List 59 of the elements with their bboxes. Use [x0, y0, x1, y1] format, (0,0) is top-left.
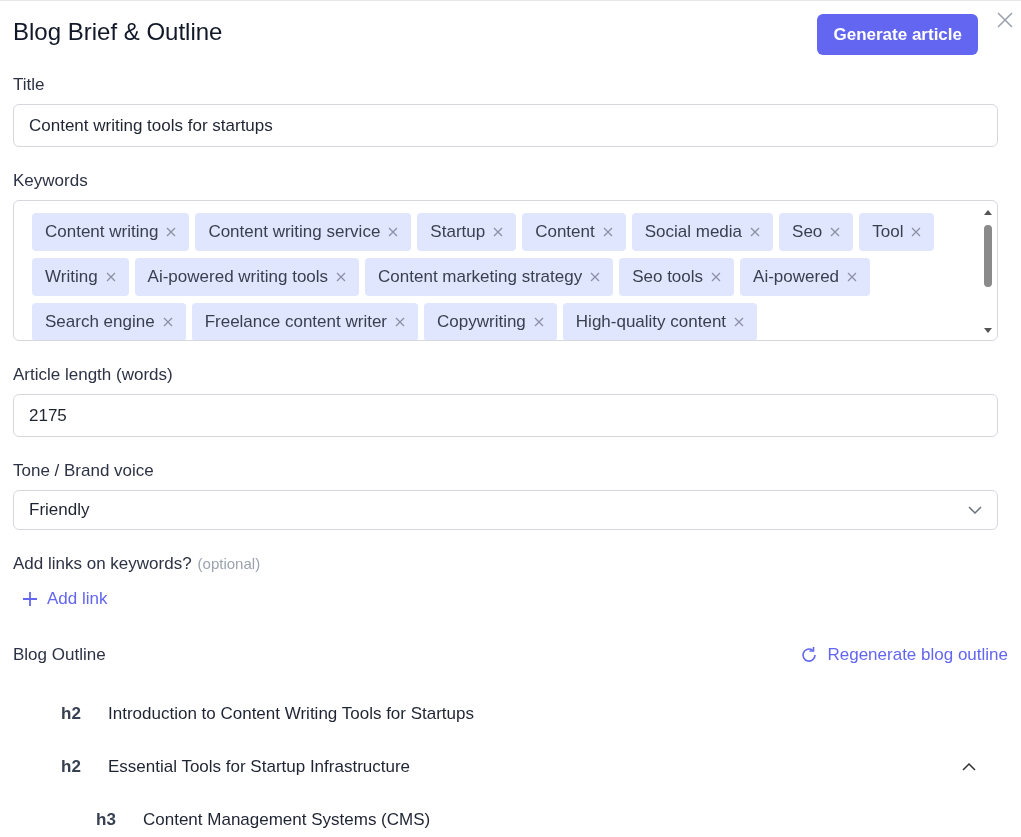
tag-label: Seo [792, 222, 823, 242]
tag-label: Content marketing strategy [378, 267, 583, 287]
remove-icon[interactable] [162, 317, 173, 327]
tag-label: Tool [872, 222, 904, 242]
chevron-down-icon [968, 506, 982, 514]
remove-icon[interactable] [533, 317, 544, 327]
tag-label: Ai-powered writing tools [147, 267, 329, 287]
remove-icon[interactable] [388, 227, 399, 237]
remove-icon[interactable] [166, 227, 177, 237]
field-label: Add links on keywords? [13, 554, 192, 574]
remove-icon[interactable] [105, 272, 116, 282]
heading-level: h2 [61, 703, 82, 724]
remove-icon[interactable] [750, 227, 761, 237]
title-input[interactable]: Content writing tools for startups [13, 104, 998, 147]
tag-label: Search engine [45, 312, 155, 332]
outline-heading: Content Management Systems (CMS) [143, 809, 432, 830]
tag-label: Content writing [45, 222, 159, 242]
field-label: Title [13, 75, 46, 95]
section-label: Blog Outline [13, 645, 106, 665]
remove-icon[interactable] [847, 272, 858, 282]
remove-icon[interactable] [395, 317, 405, 327]
tag-label: Content writing service [208, 222, 381, 242]
tag-label: Ai-powered [753, 267, 840, 287]
plus-icon [23, 592, 37, 606]
refresh-icon [800, 646, 819, 664]
keywords-field[interactable] [13, 200, 998, 341]
remove-icon[interactable] [493, 227, 504, 237]
outline-heading: Essential Tools for Startup Infrastructure [108, 756, 412, 777]
tag-label: Startup [430, 222, 486, 242]
chevron-up-icon[interactable] [962, 762, 976, 771]
dialog-title: Blog Brief & Outline [13, 18, 224, 46]
remove-icon[interactable] [602, 227, 613, 237]
regenerate-outline-button[interactable]: Regenerate blog outline [800, 645, 1008, 665]
dropdown-value: Friendly [29, 500, 90, 520]
remove-icon[interactable] [711, 272, 722, 282]
field-label: Article length (words) [13, 365, 174, 385]
remove-icon[interactable] [590, 272, 601, 282]
field-label: Keywords [13, 171, 89, 191]
tag-label: High-quality content [575, 312, 727, 332]
field-label: Tone / Brand voice [13, 461, 155, 481]
tag-label: Seo tools [632, 267, 704, 287]
remove-icon[interactable] [911, 227, 922, 237]
optional-hint: (optional) [197, 555, 261, 572]
remove-icon[interactable] [734, 317, 745, 327]
outline-heading: Introduction to Content Writing Tools for Startups [108, 703, 475, 724]
length-input[interactable]: 2175 [13, 394, 998, 437]
generate-article-button[interactable]: Generate article [817, 14, 978, 55]
tag-label: Copywriting [437, 312, 526, 332]
remove-icon[interactable] [830, 227, 841, 237]
remove-icon[interactable] [336, 272, 347, 282]
tag-label: Writing [45, 267, 98, 287]
close-icon[interactable] [997, 12, 1013, 28]
tag-label: Freelance content writer [204, 312, 387, 332]
tone-dropdown[interactable]: Friendly [13, 490, 998, 530]
heading-level: h3 [96, 809, 117, 830]
add-link-button[interactable]: Add link [13, 586, 108, 612]
tag-label: Social media [644, 222, 743, 242]
heading-level: h2 [61, 756, 82, 777]
tag-label: Content [535, 222, 595, 242]
